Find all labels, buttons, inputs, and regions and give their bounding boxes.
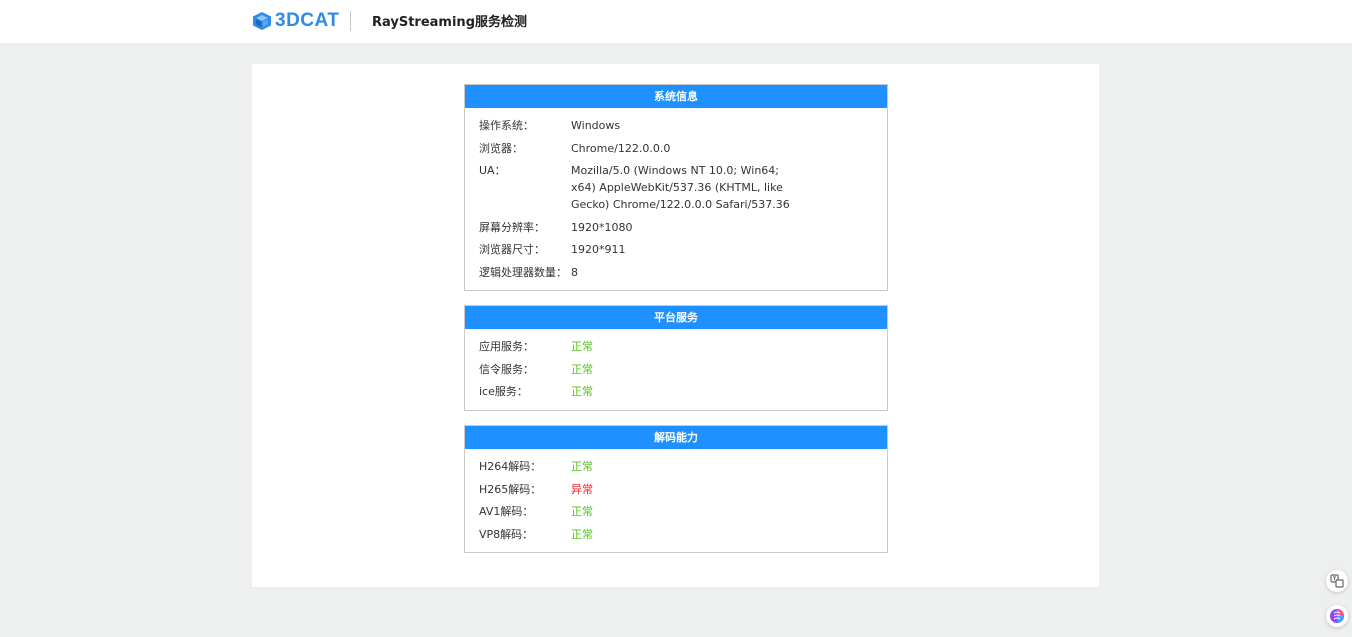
screen-resolution-value: 1920*1080	[571, 220, 633, 234]
system-info-card: 系统信息 操作系统： Windows 浏览器： Chrome/122.0.0.0…	[464, 84, 888, 291]
av1-label: AV1解码：	[479, 505, 534, 518]
decode-capability-title: 解码能力	[465, 426, 887, 449]
cpu-count-value: 8	[571, 265, 578, 279]
brand-logo-link[interactable]: 3DCAT	[252, 10, 339, 32]
browser-size-label: 浏览器尺寸：	[479, 243, 545, 256]
av1-row: AV1解码： 正常	[479, 503, 873, 520]
cpu-count-label: 逻辑处理器数量：	[479, 265, 567, 279]
h265-label: H265解码：	[479, 482, 542, 496]
os-label: 操作系统：	[479, 119, 534, 132]
signal-service-label: 信令服务：	[479, 362, 534, 376]
system-info-title: 系统信息	[465, 85, 887, 108]
app-service-row: 应用服务： 正常	[479, 338, 873, 355]
ai-assistant-button[interactable]	[1326, 605, 1348, 627]
page-title: RayStreaming服务检测	[372, 15, 527, 30]
os-value: Windows	[571, 119, 621, 132]
ua-value: Mozilla/5.0 (Windows NT 10.0; Win64; x64…	[571, 164, 790, 211]
screen-resolution-row: 屏幕分辨率： 1920*1080	[479, 219, 873, 236]
ai-assistant-icon	[1330, 609, 1344, 623]
screen-resolution-label: 屏幕分辨率：	[479, 220, 545, 234]
browser-size-row: 浏览器尺寸： 1920*911	[479, 241, 873, 258]
h264-status: 正常	[571, 460, 593, 473]
cube-logo-icon	[253, 12, 271, 30]
browser-row: 浏览器： Chrome/122.0.0.0	[479, 140, 873, 157]
brand-name: 3DCAT	[275, 10, 340, 31]
app-service-label: 应用服务：	[479, 340, 534, 353]
browser-value: Chrome/122.0.0.0	[571, 141, 671, 155]
ua-label: UA：	[479, 164, 506, 177]
translate-button[interactable]	[1326, 570, 1348, 592]
vp8-row: VP8解码： 正常	[479, 526, 873, 543]
browser-size-value: 1920*911	[571, 243, 626, 256]
header-divider	[350, 11, 351, 31]
cpu-count-row: 逻辑处理器数量： 8	[479, 264, 873, 281]
h265-status: 异常	[571, 482, 593, 496]
app-service-status: 正常	[571, 340, 593, 353]
platform-service-title: 平台服务	[465, 306, 887, 329]
main-panel: 系统信息 操作系统： Windows 浏览器： Chrome/122.0.0.0…	[252, 64, 1099, 587]
vp8-label: VP8解码：	[479, 527, 534, 541]
decode-capability-card: 解码能力 H264解码： 正常 H265解码： 异常 AV1解码： 正常 VP8…	[464, 425, 888, 553]
os-row: 操作系统： Windows	[479, 117, 873, 134]
top-header: 3DCAT RayStreaming服务检测	[0, 0, 1352, 43]
ice-service-status: 正常	[571, 385, 593, 398]
ua-row: UA： Mozilla/5.0 (Windows NT 10.0; Win64;…	[479, 162, 873, 213]
translate-icon	[1330, 574, 1344, 588]
browser-label: 浏览器：	[479, 141, 523, 155]
h264-row: H264解码： 正常	[479, 458, 873, 475]
signal-service-row: 信令服务： 正常	[479, 361, 873, 378]
ice-service-label: ice服务：	[479, 385, 528, 398]
ice-service-row: ice服务： 正常	[479, 383, 873, 400]
av1-status: 正常	[571, 505, 593, 518]
signal-service-status: 正常	[571, 362, 593, 376]
h264-label: H264解码：	[479, 460, 542, 473]
h265-row: H265解码： 异常	[479, 481, 873, 498]
platform-service-card: 平台服务 应用服务： 正常 信令服务： 正常 ice服务： 正常	[464, 305, 888, 411]
vp8-status: 正常	[571, 527, 593, 541]
